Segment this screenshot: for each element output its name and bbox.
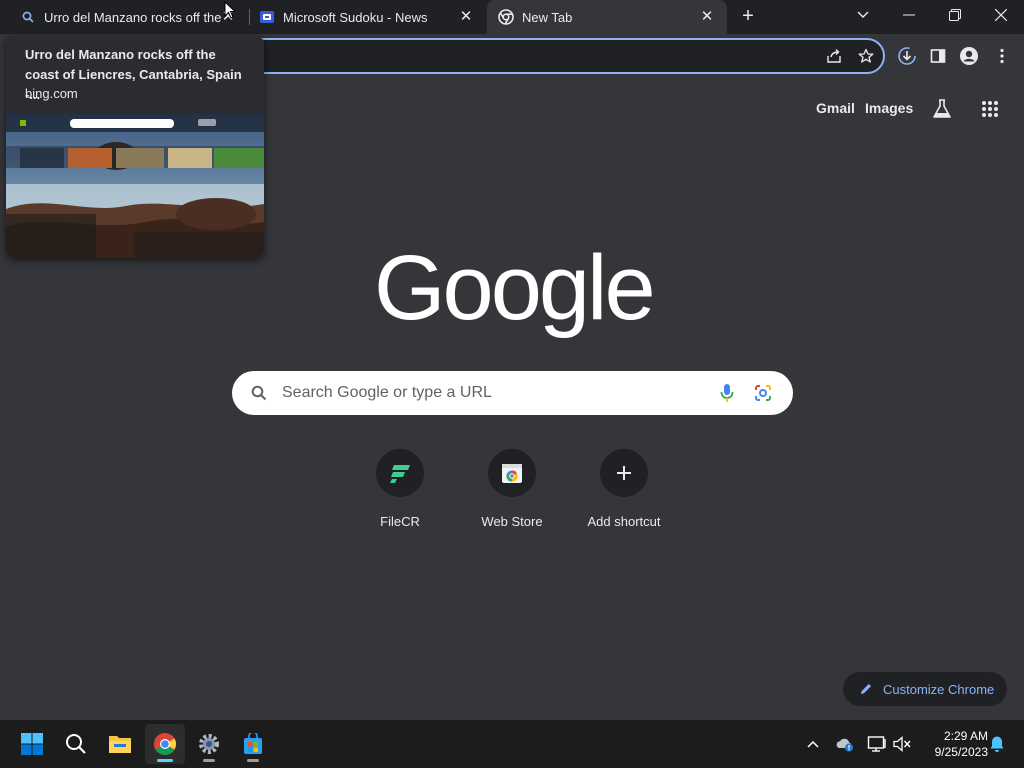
microphone-icon[interactable] (715, 381, 739, 405)
show-hidden-icons-button[interactable] (801, 732, 825, 756)
file-explorer-button[interactable] (100, 724, 140, 764)
chrome-icon (498, 9, 514, 28)
labs-flask-icon[interactable] (930, 97, 954, 121)
menu-icon[interactable] (990, 44, 1014, 68)
minimize-button[interactable] (886, 0, 932, 30)
search-box[interactable] (232, 371, 793, 415)
page-preview-image (6, 114, 264, 258)
volume-muted-tray-icon[interactable] (890, 732, 914, 756)
running-indicator (203, 759, 215, 762)
shortcut-label: Add shortcut (587, 514, 661, 529)
clock-date: 9/25/2023 (934, 745, 988, 759)
customize-chrome-button[interactable]: Customize Chrome (843, 672, 1007, 706)
gmail-link[interactable]: Gmail (816, 100, 855, 116)
shortcut-label: FileCR (380, 514, 420, 529)
chrome-icon (154, 733, 176, 755)
microsoft-store-icon (244, 733, 262, 754)
apps-grid-icon[interactable] (978, 97, 1002, 121)
plus-icon (600, 449, 648, 497)
filecr-icon (376, 449, 424, 497)
close-icon[interactable]: ✕ (458, 9, 474, 25)
close-icon (995, 9, 1007, 21)
web-store-icon (488, 449, 536, 497)
side-panel-icon[interactable] (926, 44, 950, 68)
images-link[interactable]: Images (865, 100, 913, 116)
bell-icon (990, 736, 1004, 752)
omnibox[interactable] (240, 38, 885, 74)
store-taskbar-button[interactable] (233, 724, 273, 764)
add-shortcut-button[interactable]: Add shortcut (568, 449, 680, 539)
network-tray-icon[interactable] (865, 732, 889, 756)
tab-new-tab[interactable]: New Tab ✕ (487, 0, 727, 34)
taskbar-search-button[interactable] (56, 724, 96, 764)
google-lens-icon[interactable] (751, 381, 775, 405)
tab-strip: Urro del Manzano rocks off the coast of … (0, 0, 1024, 34)
close-window-button[interactable] (978, 0, 1024, 30)
notifications-button[interactable] (985, 732, 1009, 756)
tab-title: Urro del Manzano rocks off the coast of … (44, 9, 224, 25)
start-button[interactable] (12, 724, 52, 764)
download-icon[interactable] (895, 44, 919, 68)
settings-taskbar-button[interactable] (189, 724, 229, 764)
bookmark-star-icon[interactable] (854, 44, 878, 68)
google-logo: Google (374, 237, 656, 339)
sudoku-icon (259, 9, 275, 28)
windows-taskbar: 2:29 AM 9/25/2023 (0, 720, 1024, 768)
search-icon (66, 734, 86, 754)
tab-bing[interactable]: Urro del Manzano rocks off the coast of … (12, 0, 248, 34)
customize-chrome-label: Customize Chrome (883, 681, 995, 697)
restore-icon (949, 9, 961, 21)
mouse-cursor-icon (224, 1, 236, 19)
chevron-up-icon (807, 740, 819, 748)
running-indicator (247, 759, 259, 762)
gear-icon (199, 734, 219, 754)
folder-icon (109, 736, 131, 753)
clock-time: 2:29 AM (943, 729, 988, 743)
tab-title: Microsoft Sudoku - News (283, 9, 428, 25)
pencil-icon (861, 684, 871, 694)
shortcut-filecr[interactable]: FileCR (344, 449, 456, 539)
profile-icon[interactable] (957, 44, 981, 68)
hover-card-domain: bing.com (25, 86, 78, 101)
onedrive-tray-icon[interactable] (833, 732, 857, 756)
chevron-down-icon (857, 11, 869, 18)
search-icon (22, 11, 34, 26)
search-icon (247, 381, 271, 405)
system-clock[interactable]: 2:29 AM 9/25/2023 (918, 728, 988, 760)
new-tab-button[interactable]: + (737, 6, 759, 28)
active-indicator (157, 759, 173, 762)
chrome-taskbar-button[interactable] (145, 724, 185, 764)
shortcut-web-store[interactable]: Web Store (456, 449, 568, 539)
windows-start-icon (21, 733, 43, 755)
tab-search-button[interactable] (840, 0, 886, 30)
share-icon[interactable] (822, 44, 846, 68)
tab-title: New Tab (522, 9, 573, 25)
close-icon[interactable]: ✕ (699, 9, 715, 25)
minimize-icon (903, 14, 915, 16)
restore-button[interactable] (932, 0, 978, 30)
search-input[interactable] (282, 371, 702, 415)
tab-hover-card: Urro del Manzano rocks off the coast of … (6, 36, 264, 258)
tab-sudoku[interactable]: Microsoft Sudoku - News ✕ (250, 0, 486, 34)
shortcut-label: Web Store (481, 514, 543, 529)
